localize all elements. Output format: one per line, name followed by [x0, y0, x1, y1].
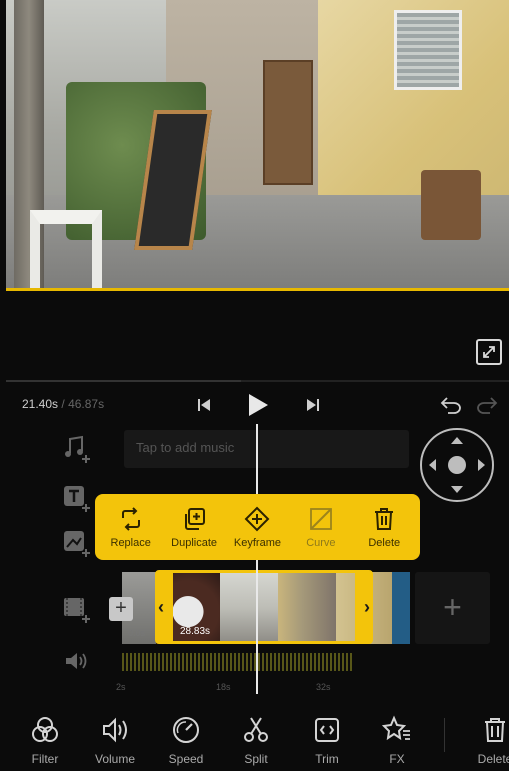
total-time: 46.87s — [68, 397, 105, 411]
curve-icon — [309, 507, 332, 530]
replace-button[interactable]: Replace — [101, 506, 161, 549]
fx-icon — [382, 715, 410, 741]
play-icon — [249, 394, 268, 416]
next-clip-thumbnail — [392, 572, 410, 644]
position-joystick[interactable] — [420, 428, 494, 502]
curve-label: Curve — [306, 536, 336, 549]
toolbar-divider — [444, 718, 445, 752]
volume-icon — [103, 717, 127, 743]
ruler-tick: 2s — [116, 682, 126, 692]
current-time: 21.40s — [22, 397, 59, 411]
add-transition-button[interactable]: + — [109, 597, 133, 621]
duplicate-icon — [185, 507, 206, 530]
film-icon — [64, 598, 90, 623]
sticker-icon — [64, 531, 90, 557]
trim-icon — [315, 718, 339, 742]
preview-stool — [30, 210, 102, 290]
music-note-icon — [65, 435, 90, 463]
text-icon — [64, 486, 90, 512]
trash-icon — [485, 718, 505, 742]
delete-clip-button[interactable]: Delete — [354, 506, 414, 549]
split-button[interactable]: Split — [227, 715, 285, 766]
volume-label: Volume — [94, 752, 136, 766]
keyframe-label: Keyframe — [233, 536, 281, 549]
add-sticker-track-button[interactable] — [60, 528, 94, 558]
audio-waveform — [122, 653, 352, 671]
volume-button[interactable]: Volume — [86, 715, 144, 766]
bottom-toolbar: Filter Volume Speed Split Trim FX Delete — [0, 705, 509, 771]
trim-button[interactable]: Trim — [298, 715, 356, 766]
redo-icon — [477, 397, 498, 414]
replace-icon — [121, 506, 140, 531]
scissors-icon — [244, 717, 268, 742]
time-separator: / — [61, 397, 65, 411]
duplicate-label: Duplicate — [171, 536, 217, 549]
play-button[interactable] — [244, 390, 272, 420]
delete-button[interactable]: Delete — [466, 715, 509, 766]
filter-icon — [32, 717, 58, 742]
trim-left-handle[interactable]: ‹ — [158, 597, 164, 618]
undo-button[interactable] — [438, 393, 464, 417]
clip-duration: 28.83s — [180, 626, 211, 637]
duplicate-button[interactable]: Duplicate — [164, 506, 224, 549]
video-preview[interactable] — [6, 0, 509, 290]
fx-button[interactable]: FX — [368, 715, 426, 766]
fullscreen-button[interactable] — [476, 339, 502, 365]
delete-label: Delete — [477, 752, 509, 766]
skip-back-icon — [198, 399, 210, 411]
preview-border — [6, 288, 509, 291]
curve-button[interactable]: Curve — [291, 506, 351, 549]
add-text-track-button[interactable] — [60, 483, 94, 513]
replace-label: Replace — [110, 536, 151, 549]
fx-label: FX — [389, 752, 405, 766]
skip-back-button[interactable] — [194, 395, 214, 415]
add-clip-button[interactable]: + — [415, 572, 490, 644]
undo-icon — [440, 397, 461, 414]
add-video-track-button[interactable] — [60, 594, 94, 624]
speed-icon — [173, 717, 199, 743]
filter-label: Filter — [31, 752, 59, 766]
preview-chair — [421, 170, 481, 240]
delete-clip-label: Delete — [368, 536, 401, 549]
timecode: 21.40s / 46.87s — [22, 397, 104, 411]
ruler-tick: 32s — [316, 682, 331, 692]
preview-window — [394, 10, 462, 90]
audio-track-icon[interactable] — [60, 646, 94, 676]
direction-arrows-icon — [429, 437, 485, 493]
add-music-track-button[interactable] — [60, 434, 94, 464]
ruler-tick: 18s — [216, 682, 231, 692]
clip-action-popup: Replace Duplicate Keyframe Curve Delete — [95, 494, 420, 560]
trash-icon — [375, 507, 394, 530]
preview-progress — [6, 380, 509, 382]
trim-label: Trim — [315, 752, 339, 766]
skip-forward-icon — [307, 399, 319, 411]
keyframe-icon — [245, 506, 270, 531]
preview-door — [263, 60, 313, 185]
filter-button[interactable]: Filter — [16, 715, 74, 766]
music-track[interactable]: Tap to add music — [124, 430, 409, 468]
trim-right-handle[interactable]: › — [364, 597, 370, 618]
speaker-icon — [66, 653, 87, 669]
left-clip-duration: 0.0s — [128, 628, 146, 638]
skip-forward-button[interactable] — [303, 395, 323, 415]
speed-button[interactable]: Speed — [157, 715, 215, 766]
keyframe-button[interactable]: Keyframe — [227, 506, 287, 549]
speed-label: Speed — [168, 752, 204, 766]
expand-icon — [483, 346, 495, 358]
redo-button[interactable] — [474, 393, 500, 417]
split-label: Split — [244, 752, 268, 766]
